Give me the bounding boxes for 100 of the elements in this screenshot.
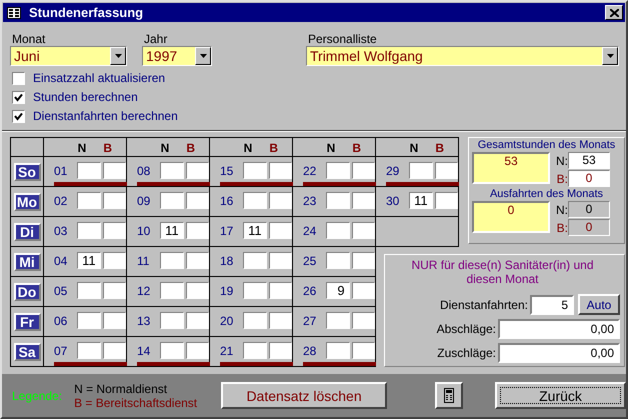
day-number: 06	[54, 314, 68, 328]
hours-field[interactable]	[352, 192, 375, 209]
hours-field[interactable]	[243, 312, 267, 329]
hours-field[interactable]	[243, 162, 267, 179]
hours-field[interactable]	[186, 192, 209, 209]
hours-field[interactable]	[77, 162, 101, 179]
hours-field[interactable]	[268, 222, 292, 239]
hours-field[interactable]	[102, 282, 126, 299]
hours-field[interactable]	[243, 282, 267, 299]
hours-field[interactable]	[160, 192, 184, 209]
checkbox-label: Einsatzzahl aktualisieren	[33, 71, 166, 85]
hours-field[interactable]	[352, 342, 375, 359]
hours-field[interactable]	[268, 282, 292, 299]
hours-field[interactable]	[77, 222, 101, 239]
hours-field[interactable]	[326, 342, 350, 359]
hours-field[interactable]: 11	[409, 192, 433, 209]
hours-field[interactable]	[434, 192, 458, 209]
hours-field[interactable]	[186, 252, 209, 269]
close-icon	[610, 8, 618, 16]
hours-field[interactable]	[434, 162, 458, 179]
window-title: Stundenerfassung	[29, 5, 144, 20]
hours-field[interactable]	[186, 222, 209, 239]
hours-field[interactable]	[268, 252, 292, 269]
hours-field[interactable]	[326, 162, 350, 179]
hours-field[interactable]: 11	[160, 222, 184, 239]
hours-field[interactable]	[352, 222, 375, 239]
input-field[interactable]: 0,00	[498, 343, 620, 363]
hours-field[interactable]: 9	[326, 282, 350, 299]
hours-field[interactable]	[268, 192, 292, 209]
hours-field[interactable]	[186, 312, 209, 329]
total-field: 0	[568, 170, 610, 187]
hours-field[interactable]	[102, 192, 126, 209]
weekday-label: So	[14, 162, 40, 180]
checkbox[interactable]	[12, 110, 25, 122]
hours-field[interactable]	[77, 192, 101, 209]
hours-field[interactable]	[102, 252, 126, 269]
day-number: 26	[303, 284, 318, 298]
day-number: 22	[303, 164, 318, 178]
hours-field[interactable]	[102, 312, 126, 329]
hours-field[interactable]	[102, 162, 126, 179]
close-button[interactable]	[605, 5, 623, 20]
hours-field[interactable]	[102, 342, 126, 359]
hours-field[interactable]	[77, 312, 101, 329]
hours-field[interactable]	[186, 342, 209, 359]
hours-field[interactable]	[326, 312, 350, 329]
hours-field[interactable]	[160, 342, 184, 359]
hours-field[interactable]	[77, 342, 101, 359]
hours-field[interactable]	[326, 192, 350, 209]
hours-field[interactable]	[102, 222, 126, 239]
hours-field[interactable]	[352, 162, 375, 179]
field-label: N:	[556, 154, 568, 168]
total-field: 0	[472, 201, 550, 233]
calculator-button[interactable]	[435, 382, 464, 409]
day-number: 30	[386, 194, 400, 208]
column-header: N	[244, 141, 252, 156]
dropdown-field[interactable]: Juni	[10, 46, 127, 66]
auto-button[interactable]: Auto	[578, 294, 620, 315]
day-number: 21	[220, 344, 234, 358]
dropdown-field[interactable]: Trimmel Wolfgang	[306, 46, 619, 66]
total-field: 0	[568, 201, 610, 218]
hours-field[interactable]	[268, 312, 292, 329]
hours-field[interactable]	[160, 282, 184, 299]
hours-field[interactable]	[77, 282, 101, 299]
day-number: 27	[303, 314, 318, 328]
checkbox[interactable]	[12, 72, 25, 84]
hours-field[interactable]	[268, 342, 292, 359]
dropdown-arrow-icon	[114, 54, 122, 58]
day-number: 24	[303, 224, 318, 238]
hours-field[interactable]	[243, 252, 267, 269]
day-number: 13	[137, 314, 152, 328]
input-field[interactable]: 0,00	[498, 319, 620, 339]
hours-field[interactable]	[243, 192, 267, 209]
weekday-label: Mo	[14, 192, 40, 210]
hours-field[interactable]: 11	[77, 252, 101, 269]
hours-field[interactable]	[186, 162, 209, 179]
input-field[interactable]: 5	[530, 294, 574, 314]
hours-field[interactable]	[243, 342, 267, 359]
hours-field[interactable]	[326, 252, 350, 269]
hours-field[interactable]	[160, 312, 184, 329]
hours-field[interactable]	[160, 162, 184, 179]
checkbox-label: Stunden berechnen	[33, 90, 138, 104]
field-label: Personalliste	[308, 32, 378, 46]
dropdown-field[interactable]: 1997	[142, 46, 212, 66]
hours-field[interactable]	[186, 282, 209, 299]
legend-text: N = Normaldienst	[74, 382, 168, 396]
hours-field[interactable]	[409, 162, 433, 179]
hours-field[interactable]	[326, 222, 350, 239]
hours-field[interactable]	[352, 282, 375, 299]
column-header: B	[352, 141, 361, 156]
checkbox[interactable]	[12, 90, 25, 104]
day-number: 02	[54, 194, 68, 208]
hours-field[interactable]	[352, 252, 375, 269]
hours-field[interactable]	[160, 252, 184, 269]
hours-field[interactable]: 11	[243, 222, 267, 239]
hours-field[interactable]	[352, 312, 375, 329]
hours-field[interactable]	[268, 162, 292, 179]
back-button[interactable]: Zurück	[495, 382, 626, 409]
weekday-label: Fr	[14, 312, 40, 330]
column-header: N	[326, 141, 336, 156]
delete-button[interactable]: Datensatz löschen	[221, 382, 388, 409]
